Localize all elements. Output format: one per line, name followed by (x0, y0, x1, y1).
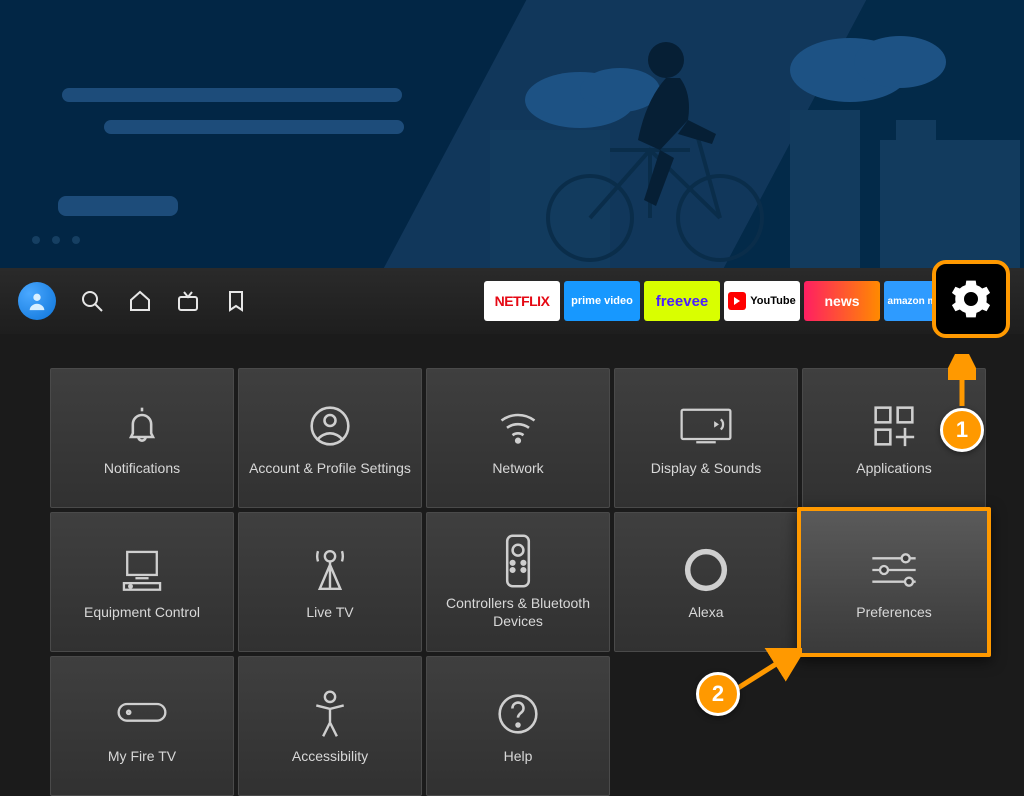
accessibility-icon (310, 690, 350, 738)
app-tile-news[interactable]: news (804, 281, 880, 321)
card-label: Display & Sounds (651, 459, 762, 477)
settings-card-accessibility[interactable]: Accessibility (238, 656, 422, 796)
settings-grid: Notifications Account & Profile Settings… (0, 334, 1024, 796)
card-label: Account & Profile Settings (249, 459, 411, 477)
equipment-icon (119, 547, 165, 593)
annotation-badge-2: 2 (696, 672, 740, 716)
bookmark-icon[interactable] (224, 289, 248, 313)
settings-card-notifications[interactable]: Notifications (50, 368, 234, 508)
card-label: Network (492, 459, 543, 477)
antenna-icon (308, 546, 352, 594)
settings-card-controllers[interactable]: Controllers & Bluetooth Devices (426, 512, 610, 652)
settings-card-alexa[interactable]: Alexa (614, 512, 798, 652)
card-label: Help (504, 747, 533, 765)
bell-icon (120, 404, 164, 448)
display-icon (680, 406, 732, 446)
apps-icon (872, 404, 916, 448)
app-tile-primevideo[interactable]: prime video (564, 281, 640, 321)
card-label: Live TV (306, 603, 353, 621)
live-icon[interactable] (176, 289, 200, 313)
app-tile-label: YouTube (750, 295, 795, 307)
settings-card-network[interactable]: Network (426, 368, 610, 508)
hero-pager-dots (32, 236, 80, 244)
card-label: Preferences (856, 603, 931, 621)
remote-icon (504, 534, 532, 588)
profile-button[interactable] (18, 282, 56, 320)
card-label: Notifications (104, 459, 180, 477)
firetv-icon (117, 701, 167, 727)
annotation-arrow (948, 354, 976, 410)
card-label: My Fire TV (108, 747, 176, 765)
settings-card-equipment[interactable]: Equipment Control (50, 512, 234, 652)
settings-card-preferences[interactable]: Preferences (797, 507, 991, 657)
help-icon (496, 692, 540, 736)
app-tiles-row: NETFLIX prime video freevee YouTube news… (484, 281, 1006, 321)
card-label: Controllers & Bluetooth Devices (433, 594, 603, 630)
settings-card-livetv[interactable]: Live TV (238, 512, 422, 652)
app-tile-youtube[interactable]: YouTube (724, 281, 800, 321)
settings-card-account[interactable]: Account & Profile Settings (238, 368, 422, 508)
settings-card-help[interactable]: Help (426, 656, 610, 796)
hero-placeholder-line (62, 88, 402, 102)
hero-placeholder-line (104, 120, 404, 134)
youtube-icon (728, 292, 746, 310)
settings-card-display[interactable]: Display & Sounds (614, 368, 798, 508)
app-tile-netflix[interactable]: NETFLIX (484, 281, 560, 321)
sliders-icon (869, 548, 919, 592)
profile-icon (26, 290, 48, 312)
card-label: Equipment Control (84, 603, 200, 621)
account-icon (308, 404, 352, 448)
card-label: Accessibility (292, 747, 368, 765)
nav-bar: NETFLIX prime video freevee YouTube news… (0, 268, 1024, 334)
search-icon[interactable] (80, 289, 104, 313)
alexa-icon (684, 548, 728, 592)
hero-placeholder-button (58, 196, 178, 216)
settings-gear-button[interactable] (932, 260, 1010, 338)
annotation-badge-1: 1 (940, 408, 984, 452)
hero-illustration (460, 0, 1020, 268)
card-label: Alexa (688, 603, 723, 621)
gear-icon (950, 278, 992, 320)
settings-card-myfiretv[interactable]: My Fire TV (50, 656, 234, 796)
annotation-arrow (732, 648, 802, 694)
home-icon[interactable] (128, 289, 152, 313)
app-tile-freevee[interactable]: freevee (644, 281, 720, 321)
wifi-icon (496, 404, 540, 448)
hero-banner (0, 0, 1024, 268)
card-label: Applications (856, 459, 932, 477)
